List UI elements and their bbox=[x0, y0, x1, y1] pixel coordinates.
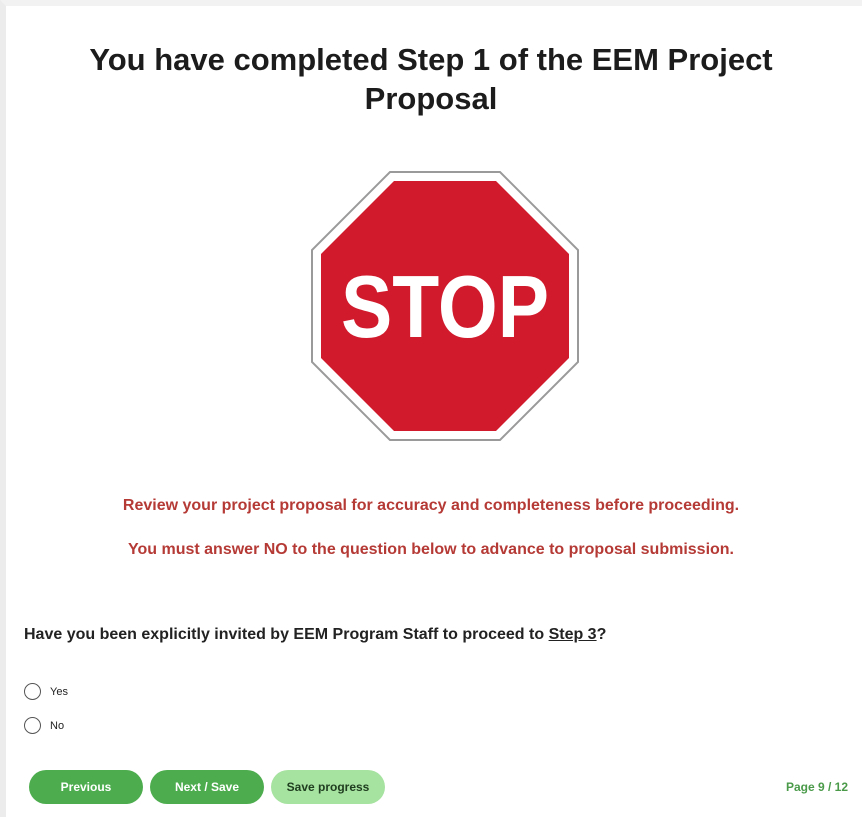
next-save-button[interactable]: Next / Save bbox=[150, 770, 264, 804]
step-3-link[interactable]: Step 3 bbox=[549, 626, 597, 643]
option-no[interactable]: No bbox=[24, 717, 64, 734]
page-title-line-2: Proposal bbox=[364, 81, 498, 116]
stop-sign-icon: STOP bbox=[311, 171, 579, 441]
yes-radio[interactable] bbox=[24, 683, 41, 700]
invitation-question: Have you been explicitly invited by EEM … bbox=[24, 626, 606, 644]
question-mark: ? bbox=[596, 626, 607, 643]
save-progress-button[interactable]: Save progress bbox=[271, 770, 385, 804]
page-title: You have completed Step 1 of the EEM Pro… bbox=[0, 40, 862, 118]
stop-sign-text: STOP bbox=[341, 257, 549, 356]
stop-sign-image: STOP bbox=[310, 170, 580, 442]
option-yes[interactable]: Yes bbox=[24, 683, 68, 700]
page-indicator: Page 9 / 12 bbox=[785, 780, 848, 794]
previous-button[interactable]: Previous bbox=[29, 770, 143, 804]
review-notice: Review your project proposal for accurac… bbox=[122, 497, 740, 514]
question-text: Have you been explicitly invited by EEM … bbox=[24, 626, 549, 643]
page-title-line-1: You have completed Step 1 of the EEM Pro… bbox=[89, 42, 773, 77]
answer-no-notice: You must answer NO to the question below… bbox=[128, 541, 734, 558]
no-label: No bbox=[50, 719, 65, 732]
no-radio[interactable] bbox=[24, 717, 41, 734]
yes-label: Yes bbox=[50, 685, 68, 698]
